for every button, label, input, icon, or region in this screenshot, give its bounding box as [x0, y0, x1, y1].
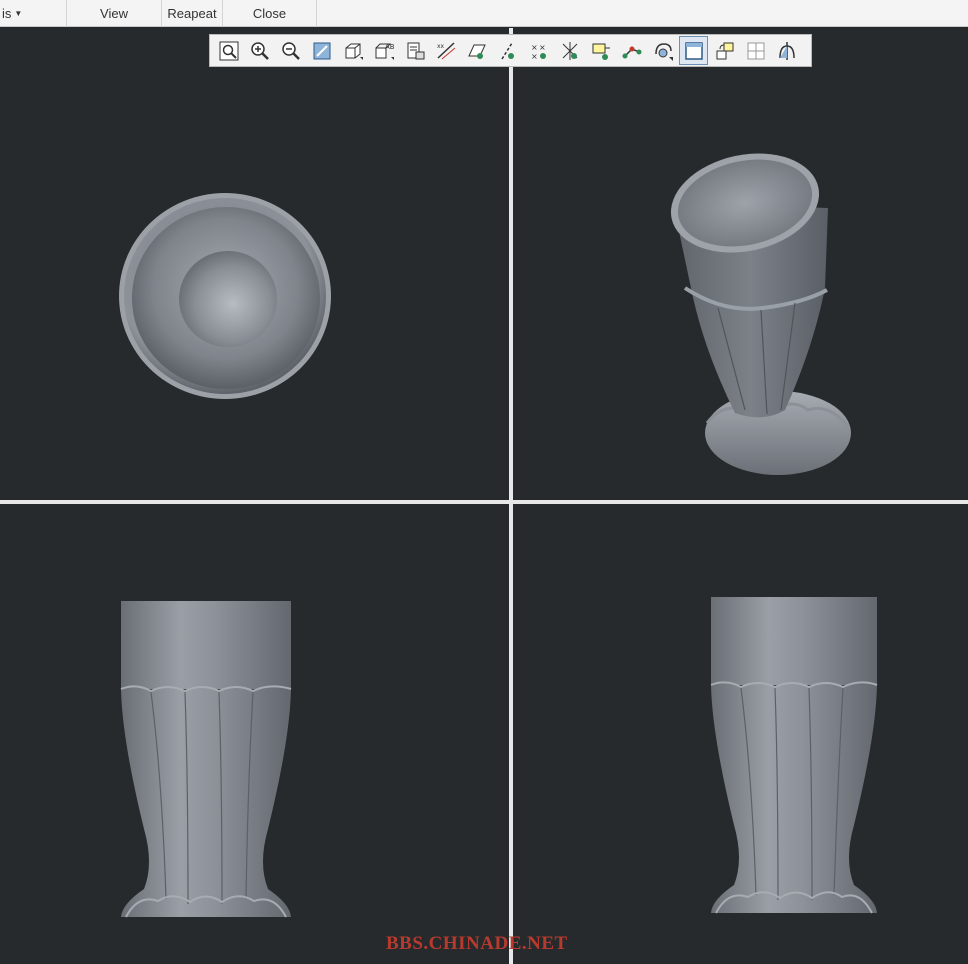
display-style-icon [345, 43, 363, 60]
svg-text:xx: xx [437, 43, 445, 50]
plane-display-button[interactable] [462, 36, 491, 65]
viewport-side[interactable] [513, 504, 968, 964]
refit-button[interactable] [214, 36, 243, 65]
menu-item-label: Close [252, 6, 287, 21]
viewport-divider-vertical[interactable] [509, 28, 513, 964]
axis-display-icon [500, 42, 514, 59]
zoom-in-icon [250, 41, 269, 60]
multi-view-button[interactable] [741, 36, 770, 65]
annotation-display-icon [592, 43, 610, 60]
model-front-view [120, 601, 292, 918]
datum-planes-button[interactable]: xx [431, 36, 460, 65]
orient-mode-icon [654, 42, 673, 61]
rotate-view-button[interactable] [710, 36, 739, 65]
watermark-text: BBS.CHINADE.NET [386, 933, 568, 954]
zoom-out-button[interactable] [276, 36, 305, 65]
rotate-view-icon [716, 42, 733, 59]
plane-display-icon [467, 44, 486, 59]
menu-item-close[interactable]: Close [222, 0, 317, 27]
layers-button[interactable] [400, 36, 429, 65]
menu-item-repeat[interactable]: Reapeat [161, 0, 222, 27]
csys-display-icon [562, 41, 577, 60]
named-views-icon: AB [375, 43, 395, 60]
model-side-view [710, 597, 878, 914]
point-display-icon: × ×× [531, 43, 546, 61]
csys-display-button[interactable] [555, 36, 584, 65]
viewport-top[interactable] [0, 28, 509, 500]
viewport-divider-horizontal[interactable] [0, 500, 968, 504]
single-view-icon [684, 41, 703, 60]
section-view-icon [778, 41, 795, 60]
point-display-button[interactable]: × × × [524, 36, 553, 65]
display-style-button[interactable] [338, 36, 367, 65]
view-toolbar: AB xx × × × [209, 34, 812, 67]
multi-view-icon [747, 42, 764, 59]
caret-down-icon: ▼ [14, 9, 23, 18]
datum-planes-icon: xx [437, 41, 455, 59]
svg-text:×: × [531, 43, 538, 52]
model-top-view [119, 193, 331, 399]
single-view-button[interactable] [679, 36, 708, 65]
named-views-button[interactable]: AB [369, 36, 398, 65]
spin-center-icon [622, 46, 641, 58]
spin-center-button[interactable] [617, 36, 646, 65]
annotation-display-button[interactable] [586, 36, 615, 65]
section-view-button[interactable] [772, 36, 801, 65]
menu-item-analysis[interactable]: is ▼ [0, 0, 66, 27]
svg-text:×: × [539, 43, 546, 52]
repaint-icon [313, 42, 330, 59]
menu-item-view[interactable]: View [66, 0, 161, 27]
viewport-front[interactable] [0, 504, 509, 964]
repaint-button[interactable] [307, 36, 336, 65]
zoom-in-button[interactable] [245, 36, 274, 65]
menu-item-label: Reapeat [167, 6, 217, 21]
menu-item-label: is [2, 6, 12, 21]
model-isometric-view [670, 153, 851, 475]
svg-text:AB: AB [385, 43, 395, 51]
zoom-out-icon [281, 41, 300, 60]
viewport-isometric[interactable] [513, 28, 968, 500]
layers-icon [407, 42, 424, 59]
svg-text:×: × [531, 52, 538, 61]
orient-mode-button[interactable] [648, 36, 677, 65]
axis-display-button[interactable] [493, 36, 522, 65]
refit-icon [219, 41, 238, 60]
menu-bar: is ▼ View Reapeat Close [0, 0, 968, 27]
menu-item-label: View [100, 6, 128, 21]
